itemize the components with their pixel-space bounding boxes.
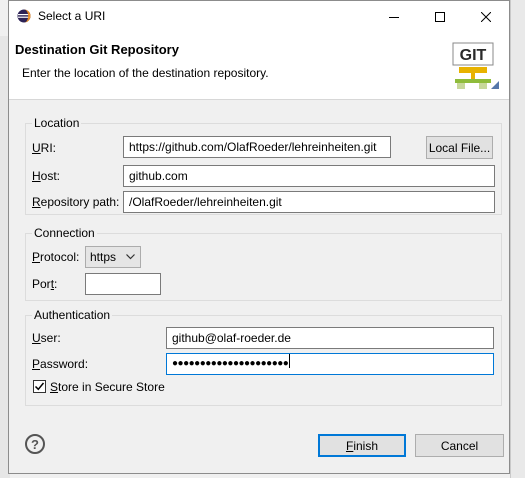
protocol-label: Protocol: — [32, 250, 80, 264]
maximize-icon — [435, 11, 445, 22]
connection-legend: Connection — [32, 226, 97, 240]
store-secure-checkbox[interactable] — [33, 380, 46, 393]
select-uri-dialog: Select a URI Destination Git Repository … — [8, 0, 510, 474]
checkmark-icon — [34, 382, 45, 391]
protocol-select[interactable]: https — [85, 246, 141, 268]
host-input[interactable]: github.com — [123, 165, 495, 187]
title-bar: Select a URI — [9, 1, 509, 32]
page-description: Enter the location of the destination re… — [22, 66, 269, 80]
background-window-right — [510, 0, 525, 478]
local-file-button[interactable]: Local File... — [426, 136, 493, 159]
repository-path-label: Repository path: — [32, 195, 120, 209]
text-caret — [289, 354, 291, 368]
help-icon[interactable]: ? — [25, 434, 45, 454]
user-label: User: — [32, 331, 61, 345]
uri-label: URI: — [32, 141, 57, 155]
close-icon — [481, 11, 491, 22]
cancel-button[interactable]: Cancel — [415, 434, 504, 457]
maximize-button[interactable] — [417, 1, 463, 32]
location-legend: Location — [32, 116, 82, 130]
chevron-down-icon — [126, 254, 135, 260]
password-label: Password: — [32, 357, 89, 371]
minimize-button[interactable] — [371, 1, 417, 32]
uri-input[interactable]: https://github.com/OlafRoeder/lehreinhei… — [123, 136, 391, 158]
host-label: Host: — [32, 169, 61, 183]
password-mask: ●●●●●●●●●●●●●●●●●●●●● — [172, 358, 289, 369]
git-logo-text: GIT — [460, 47, 487, 64]
git-logo-icon: GIT — [452, 42, 499, 89]
port-input[interactable] — [85, 273, 161, 295]
store-secure-label[interactable]: Store in Secure Store — [50, 380, 165, 394]
window-title: Select a URI — [38, 9, 106, 23]
eclipse-icon — [17, 9, 31, 23]
repository-path-input[interactable]: /OlafRoeder/lehreinheiten.git — [123, 191, 495, 213]
close-button[interactable] — [463, 1, 509, 32]
protocol-value: https — [90, 250, 117, 264]
finish-button[interactable]: Finish — [318, 434, 406, 457]
port-label: Port: — [32, 277, 58, 291]
wizard-header: Destination Git Repository Enter the loc… — [9, 32, 509, 100]
password-input[interactable]: ●●●●●●●●●●●●●●●●●●●●● — [166, 353, 494, 375]
page-title: Destination Git Repository — [15, 42, 179, 57]
user-input[interactable]: github@olaf-roeder.de — [166, 327, 494, 349]
authentication-legend: Authentication — [32, 308, 113, 322]
minimize-icon — [389, 16, 399, 18]
